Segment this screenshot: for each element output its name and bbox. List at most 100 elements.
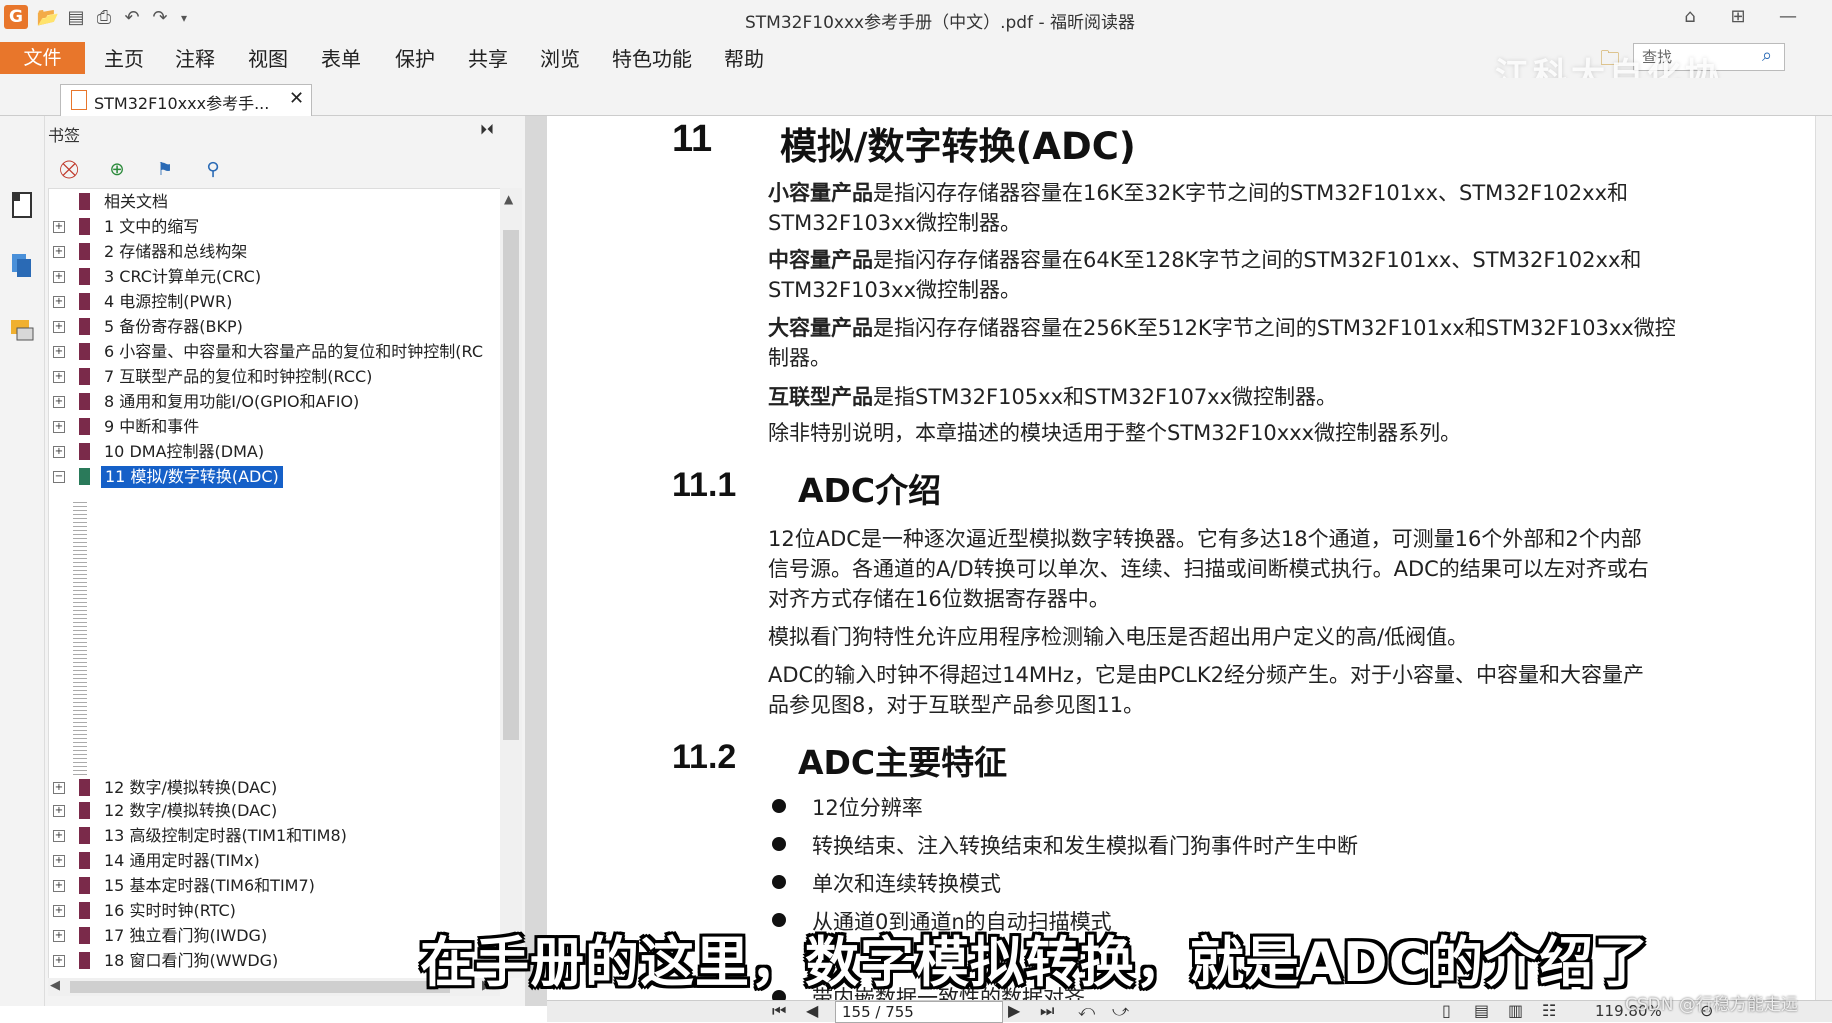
previous-page-icon[interactable]: ◀: [806, 1001, 818, 1020]
redo-icon[interactable]: ↷: [148, 6, 172, 30]
print-icon[interactable]: ⎙: [92, 6, 116, 30]
expand-bookmark-icon[interactable]: ⚑: [152, 158, 178, 182]
paragraph-watchdog: 模拟看门狗特性允许应用程序检测输入电压是否超出用户定义的高/低阀值。: [768, 625, 1469, 649]
panel-splitter[interactable]: [525, 116, 547, 1006]
section-number: 11.2: [672, 738, 737, 776]
menu-features[interactable]: 特色功能: [612, 44, 692, 74]
bookmark-item[interactable]: + 10 DMA控制器(DMA): [49, 441, 501, 463]
bookmark-item[interactable]: + 9 中断和事件: [49, 416, 501, 438]
panel-collapse-icon[interactable]: ⏵⏴: [480, 122, 494, 138]
document-scrollbar[interactable]: [1815, 116, 1832, 1006]
comments-icon[interactable]: [8, 316, 36, 346]
menu-share[interactable]: 共享: [468, 44, 508, 74]
expand-icon[interactable]: +: [53, 855, 65, 867]
bookmark-item[interactable]: + 14 通用定时器(TIMx): [49, 850, 501, 872]
menu-form[interactable]: 表单: [321, 44, 361, 74]
next-view-icon[interactable]: ⤻: [1112, 1001, 1129, 1021]
tree-connector: [73, 500, 87, 775]
bookmark-label: 14 通用定时器(TIMx): [104, 851, 260, 870]
menu-protect[interactable]: 保护: [395, 44, 435, 74]
undo-icon[interactable]: ↶: [120, 6, 144, 30]
expand-icon[interactable]: +: [53, 930, 65, 942]
bookmark-scroll-thumb[interactable]: [503, 230, 519, 740]
expand-icon[interactable]: +: [53, 296, 65, 308]
scroll-left-icon[interactable]: ◀: [50, 978, 60, 993]
bookmark-item[interactable]: + 5 备份寄存器(BKP): [49, 316, 501, 338]
bookmark-item[interactable]: + 8 通用和复用功能I/O(GPIO和AFIO): [49, 391, 501, 413]
previous-view-icon[interactable]: ⤺: [1078, 1001, 1095, 1021]
single-page-view-icon[interactable]: ▯: [1442, 1001, 1451, 1020]
document-tab[interactable]: STM32F10xxx参考手... ✕: [60, 84, 312, 116]
open-icon[interactable]: 📂: [36, 6, 60, 30]
menu-view[interactable]: 视图: [248, 44, 288, 74]
expand-icon[interactable]: +: [53, 446, 65, 458]
restore-icon[interactable]: ⊞: [1724, 4, 1752, 30]
bookmark-item[interactable]: + 15 基本定时器(TIM6和TIM7): [49, 875, 501, 897]
bookmark-icon: [79, 468, 90, 485]
paragraph-scope: 除非特别说明，本章描述的模块适用于整个STM32F10xxx微控制器系列。: [768, 421, 1462, 445]
next-page-icon[interactable]: ▶: [1008, 1001, 1020, 1020]
search-icon[interactable]: ⌕: [1762, 45, 1772, 66]
scroll-up-icon[interactable]: ▲: [504, 192, 513, 206]
add-bookmark-icon[interactable]: ⊕: [104, 158, 130, 182]
bookmark-label: 12 数字/模拟转换(DAC): [104, 778, 278, 797]
expand-icon[interactable]: +: [53, 905, 65, 917]
bookmark-item-selected[interactable]: − 11 模拟/数字转换(ADC): [49, 466, 501, 488]
last-page-icon[interactable]: ⏭: [1040, 1001, 1054, 1021]
menu-help[interactable]: 帮助: [724, 44, 764, 74]
facing-view-icon[interactable]: ▥: [1508, 1001, 1523, 1020]
bookmark-item[interactable]: + 3 CRC计算单元(CRC): [49, 266, 501, 288]
expand-icon[interactable]: +: [53, 221, 65, 233]
term-connectivity: 互联型产品: [768, 385, 873, 409]
text: 信号源。各通道的A/D转换可以单次、连续、扫描或间断模式执行。ADC的结果可以左…: [768, 557, 1649, 581]
expand-icon[interactable]: +: [53, 782, 65, 794]
bookmark-item[interactable]: + 4 电源控制(PWR): [49, 291, 501, 313]
delete-bookmark-icon[interactable]: ⛒: [56, 158, 82, 182]
expand-icon[interactable]: +: [53, 880, 65, 892]
menu-home[interactable]: 主页: [104, 44, 144, 74]
continuous-facing-view-icon[interactable]: ☷: [1542, 1001, 1556, 1020]
close-tab-icon[interactable]: ✕: [289, 88, 304, 109]
expand-icon[interactable]: +: [53, 246, 65, 258]
chapter-number: 11: [672, 118, 713, 160]
expand-icon[interactable]: +: [53, 805, 65, 817]
collapse-icon[interactable]: −: [53, 471, 65, 483]
credit-watermark: CSDN @行稳方能走远: [1625, 995, 1798, 1015]
expand-icon[interactable]: +: [53, 396, 65, 408]
bookmark-item[interactable]: + 2 存储器和总线构架: [49, 241, 501, 263]
first-page-icon[interactable]: ⏮: [772, 1001, 786, 1021]
bookmark-item[interactable]: 相关文档: [49, 191, 501, 213]
find-bookmark-icon[interactable]: ⚲: [200, 158, 226, 182]
page-thumbnail-icon[interactable]: [8, 190, 36, 220]
app-logo[interactable]: G: [4, 5, 28, 29]
share-window-icon[interactable]: ⌂: [1676, 4, 1704, 30]
expand-icon[interactable]: +: [53, 321, 65, 333]
menu-file[interactable]: 文件: [0, 42, 85, 74]
bullet-item: 转换结束、注入转换结束和发生模拟看门狗事件时产生中断: [812, 834, 1358, 858]
minimize-icon[interactable]: —: [1774, 4, 1802, 30]
continuous-view-icon[interactable]: ▤: [1474, 1001, 1489, 1020]
paragraph-high-density: 大容量产品是指闪存存储器容量在256K至512K字节之间的STM32F101xx…: [768, 313, 1768, 373]
expand-icon[interactable]: +: [53, 346, 65, 358]
bookmark-icon: [79, 827, 90, 844]
save-icon[interactable]: ▤: [64, 6, 88, 30]
customize-dropdown-icon[interactable]: ▾: [172, 6, 196, 30]
bookmark-item[interactable]: + 1 文中的缩写: [49, 216, 501, 238]
expand-icon[interactable]: +: [53, 421, 65, 433]
expand-icon[interactable]: +: [53, 371, 65, 383]
bookmark-item[interactable]: + 13 高级控制定时器(TIM1和TIM8): [49, 825, 501, 847]
bookmark-icon: [79, 368, 90, 385]
bookmark-item[interactable]: + 6 小容量、中容量和大容量产品的复位和时钟控制(RC: [49, 341, 501, 363]
menu-comment[interactable]: 注释: [175, 44, 215, 74]
page-number-input[interactable]: 155 / 755: [835, 1001, 1003, 1023]
bookmark-item[interactable]: + 7 互联型产品的复位和时钟控制(RCC): [49, 366, 501, 388]
bookmark-hscroll-thumb[interactable]: [70, 981, 450, 993]
bookmark-item[interactable]: + 12 数字/模拟转换(DAC): [49, 777, 501, 799]
menu-browse[interactable]: 浏览: [540, 44, 580, 74]
bullet-item: 单次和连续转换模式: [812, 872, 1001, 896]
layers-icon[interactable]: [8, 250, 36, 280]
expand-icon[interactable]: +: [53, 830, 65, 842]
expand-icon[interactable]: +: [53, 955, 65, 967]
bookmark-item[interactable]: + 12 数字/模拟转换(DAC): [49, 800, 501, 822]
expand-icon[interactable]: +: [53, 271, 65, 283]
